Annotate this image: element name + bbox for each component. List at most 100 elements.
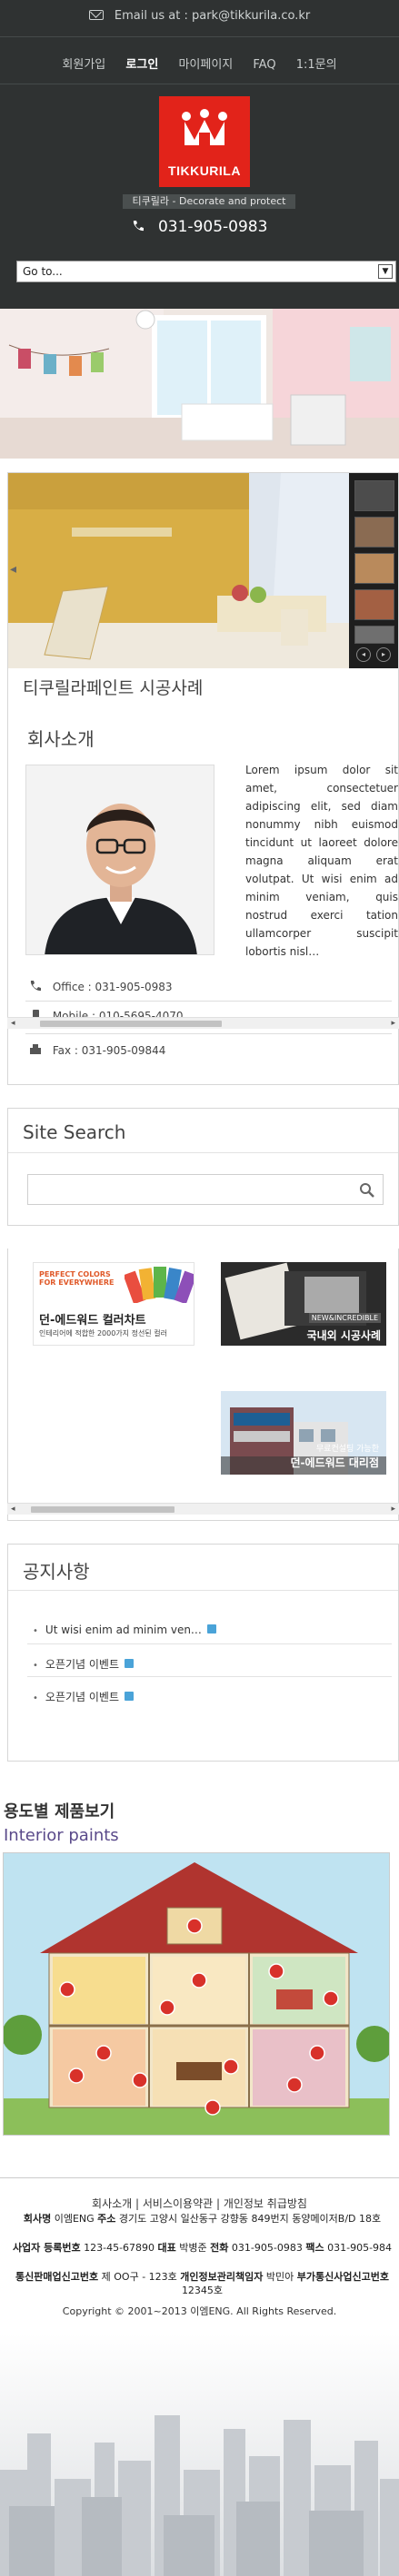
scroll-right-icon[interactable]: ▸ [391, 1019, 395, 1028]
search-icon[interactable] [359, 1182, 375, 1199]
horizontal-scrollbar[interactable]: ◂ ▸ [7, 1503, 399, 1515]
card1-title: 던-에드워드 컬러차트 [39, 1314, 146, 1327]
nav-signup[interactable]: 회원가입 [62, 58, 105, 72]
scroll-thumb[interactable] [31, 1506, 175, 1513]
thumbnail[interactable] [354, 626, 394, 644]
footer-registration-info: 사업자 등록번호 123-45-67890 대표 박병준 전화 031-905-… [5, 2241, 399, 2255]
footer-company-info: 회사명 이엠ENG 주소 경기도 고양시 일산동구 강향동 849번지 동양메이… [5, 2212, 399, 2226]
footer-divider [0, 2177, 399, 2178]
value: 123-45-67890 [84, 2242, 155, 2254]
notice-title: 공지사항 [23, 1561, 90, 1583]
next-icon[interactable]: ▸ [376, 647, 391, 662]
email-line[interactable]: Email us at : park@tikkurila.co.kr [0, 9, 399, 23]
scroll-left-icon[interactable]: ◂ [11, 1505, 15, 1514]
color-swatch-fan-icon [125, 1267, 194, 1303]
label: 개인정보관리책임자 [180, 2271, 264, 2283]
living-room-image [8, 473, 349, 668]
gallery-main-photo[interactable]: ◂ [8, 473, 349, 668]
gallery-thumbnails: ◂ ▸ [349, 473, 398, 668]
card3-label1: 무료컨설팅 가능한 [315, 1445, 379, 1454]
email-text[interactable]: Email us at : park@tikkurila.co.kr [115, 9, 310, 23]
prev-arrow-icon[interactable]: ◂ [10, 562, 16, 577]
thumbnail[interactable] [354, 589, 394, 620]
card2-label2: 국내외 시공사례 [306, 1329, 381, 1342]
gallery-section: ◂ ◂ ▸ 티쿠릴라페인트 시공사례 [7, 472, 399, 717]
card2-label1: NEW&INCREDIBLE [308, 1313, 381, 1323]
label: 대표 [157, 2242, 176, 2254]
goto-select-value: Go to... [23, 265, 63, 278]
label: 회사명 [23, 2213, 52, 2225]
tikkurila-logo[interactable]: TIKKURILA [159, 96, 250, 187]
skyline-image [0, 2415, 399, 2576]
value: 031-905-984 [327, 2242, 393, 2254]
notice-text[interactable]: 오픈기념 이벤트 [45, 1691, 119, 1703]
label: 사업자 등록번호 [12, 2242, 81, 2254]
company-description: Lorem ipsum dolor sit amet, consectetuer… [245, 764, 398, 958]
company-portrait [25, 765, 214, 955]
house-illustration [4, 1853, 389, 2135]
card3-label2: 던-에드워드 대리점 [290, 1456, 379, 1469]
search-input[interactable] [28, 1175, 383, 1204]
value: 031-905-0983 [231, 2242, 303, 2254]
phone-number[interactable]: 031-905-0983 [0, 218, 399, 236]
notice-text[interactable]: Ut wisi enim ad minim ven… [45, 1624, 202, 1636]
products-title: 용도별 제품보기 [4, 1802, 115, 1821]
gallery-title: 티쿠릴라페인트 시공사례 [23, 678, 204, 698]
city-skyline-background [0, 2334, 399, 2576]
color-chart-card[interactable]: PERFECT COLORS FOR EVERYWHERE 던-에드워드 컬러차… [33, 1262, 195, 1346]
notice-item[interactable]: 오픈기념 이벤트 [33, 1656, 392, 1672]
crown-icon [182, 109, 227, 145]
value: 박민아 [265, 2271, 294, 2283]
value: 12345호 [181, 2285, 224, 2296]
notice-text[interactable]: 오픈기념 이벤트 [45, 1658, 119, 1671]
products-subtitle: Interior paints [4, 1826, 119, 1845]
search-field[interactable] [27, 1174, 384, 1205]
scroll-right-icon[interactable]: ▸ [391, 1505, 395, 1514]
office-phone: Office : 031-905-0983 [29, 981, 173, 993]
tagline: 티쿠릴라 - Decorate and protect [123, 194, 295, 209]
divider [0, 36, 399, 37]
divider [25, 1001, 392, 1002]
horizontal-scrollbar[interactable]: ◂ ▸ [7, 1017, 399, 1029]
nav-login[interactable]: 로그인 [125, 58, 158, 72]
hero-banner [0, 309, 399, 459]
thumbnail[interactable] [354, 480, 394, 511]
notice-item[interactable]: 오픈기념 이벤트 [33, 1689, 392, 1704]
divider [25, 1033, 392, 1034]
label: 부가통신사업신고번호 [296, 2271, 389, 2283]
scroll-left-icon[interactable]: ◂ [11, 1019, 15, 1028]
value: 박병준 [179, 2242, 207, 2254]
goto-select[interactable]: Go to... ▼ [16, 261, 396, 282]
divider [27, 1643, 392, 1644]
top-nav: 회원가입 로그인 마이페이지 FAQ 1:1문의 [0, 54, 399, 72]
footer-links[interactable]: 회사소개 | 서비스이용약관 | 개인정보 취급방침 [0, 2196, 399, 2211]
house-cutaway-image[interactable] [3, 1852, 390, 2136]
value: 경기도 고양시 일산동구 강향동 849번지 동양메이저B/D 18호 [118, 2213, 382, 2225]
phone-text[interactable]: 031-905-0983 [158, 218, 267, 236]
notice-item[interactable]: Ut wisi enim ad minim ven… [33, 1624, 392, 1636]
nav-inquiry[interactable]: 1:1문의 [296, 58, 337, 72]
phone-icon [133, 221, 144, 232]
phone-icon [30, 981, 41, 992]
card1-subtitle: 인테리어에 적합한 2000가지 정선된 컬러 [39, 1329, 167, 1337]
prev-icon[interactable]: ◂ [356, 647, 371, 662]
new-badge-icon [125, 1692, 135, 1701]
thumbnail[interactable] [354, 553, 394, 584]
fax-text: Fax : 031-905-09844 [52, 1044, 166, 1057]
scroll-thumb[interactable] [40, 1021, 222, 1027]
nav-mypage[interactable]: 마이페이지 [178, 58, 233, 72]
search-title: Site Search [23, 1121, 126, 1143]
man-portrait-image [26, 765, 214, 954]
logo-text: TIKKURILA [168, 163, 241, 178]
chevron-down-icon[interactable]: ▼ [378, 264, 393, 279]
new-badge-icon [125, 1659, 135, 1668]
dealer-card[interactable]: 무료컨설팅 가능한 던-에드워드 대리점 [221, 1391, 386, 1475]
company-title: 회사소개 [27, 728, 95, 750]
divider [8, 1152, 398, 1153]
search-section: Site Search [7, 1108, 399, 1226]
label: 통신판매업신고번호 [15, 2271, 99, 2283]
thumbnail[interactable] [354, 517, 394, 548]
case-study-card[interactable]: NEW&INCREDIBLE 국내외 시공사례 [221, 1262, 386, 1346]
divider [27, 1676, 392, 1677]
nav-faq[interactable]: FAQ [253, 58, 275, 72]
